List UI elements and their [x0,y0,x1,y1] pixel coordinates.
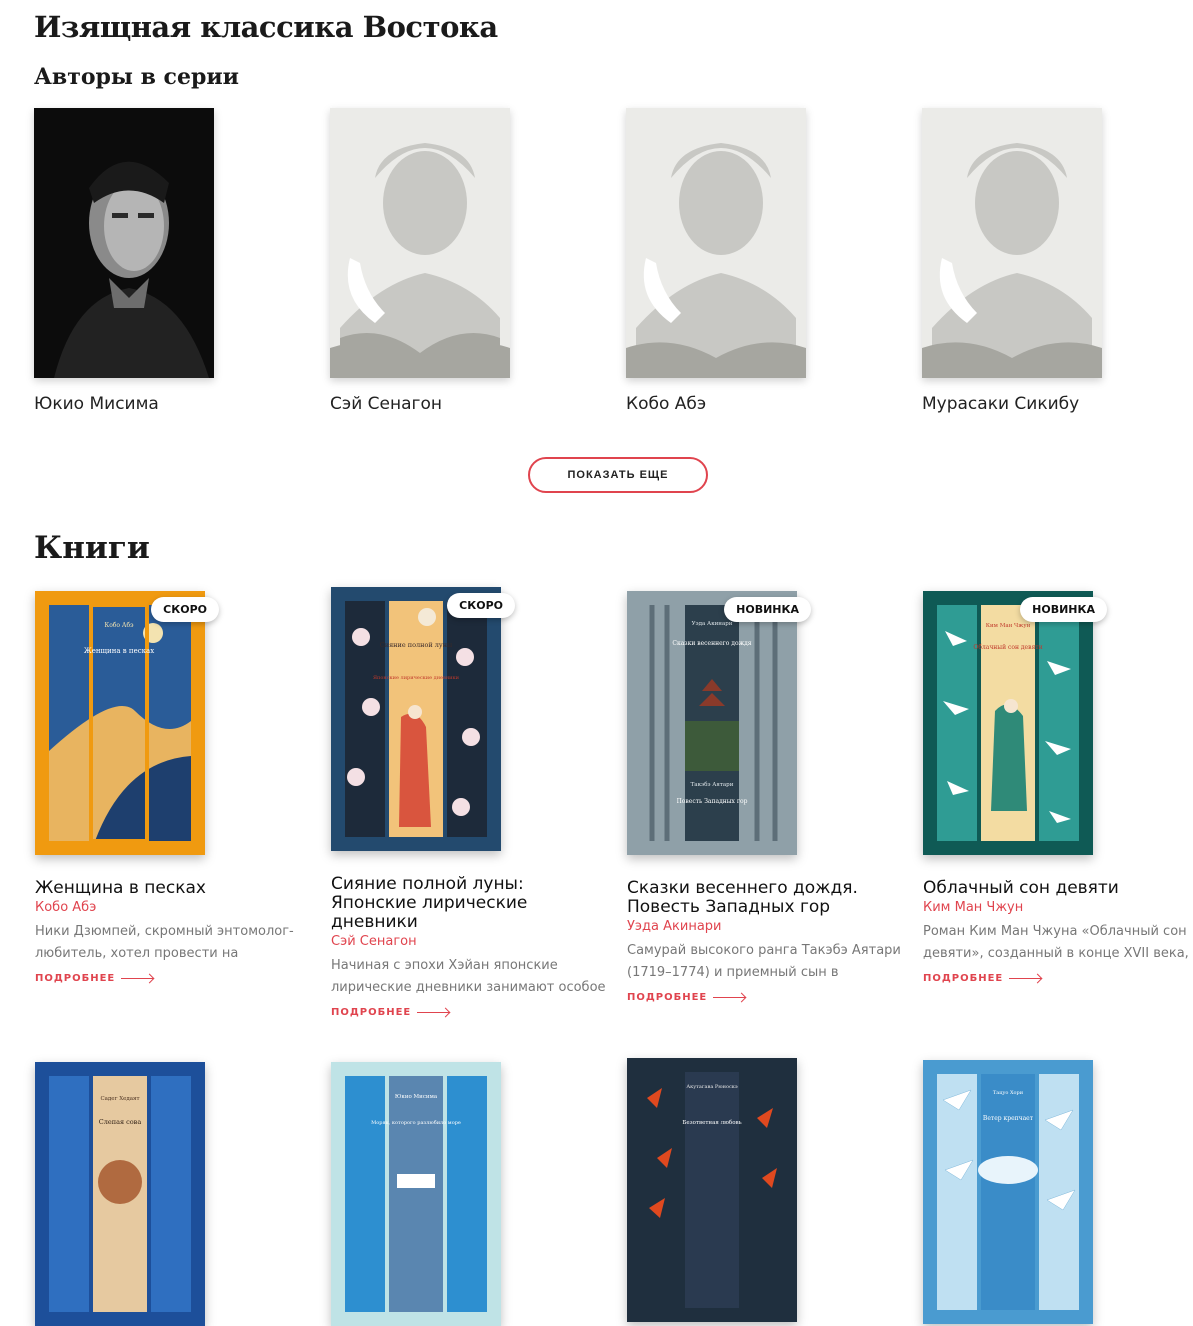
book-author[interactable]: Кобо Абэ [35,900,315,915]
more-link-label: ПОДРОБНЕЕ [331,1007,412,1018]
author-photo[interactable] [34,108,214,378]
cover-title-text: Сказки весеннего дождя [672,640,751,647]
cover-author-text: Юкио Мисима [395,1094,438,1100]
book-cover[interactable]: Уэда Акинари Сказки весеннего дождя Такэ… [627,591,797,855]
book-card[interactable]: Юкио Мисима Моряк, которого разлюбило мо… [331,1062,611,1326]
author-card[interactable]: Кобо Абэ [626,108,886,414]
status-badge: НОВИНКА [724,597,811,622]
status-badge: НОВИНКА [1020,597,1107,622]
book-card[interactable]: Кобо Абэ Женщина в песках СКОРО Женщина … [35,591,315,984]
book-card[interactable]: Уэда Акинари Сказки весеннего дождя Такэ… [627,591,907,1003]
more-link-label: ПОДРОБНЕЕ [923,973,1004,984]
authors-list: Юкио Мисима Сэй Сенагон Кобо Абэ Мурасак… [34,108,1193,428]
author-card[interactable]: Сэй Сенагон [330,108,590,414]
book-cover[interactable]: Сияние полной луны Японские лирические д… [331,587,501,851]
show-more-button[interactable]: ПОКАЗАТЬ ЕЩЕ [528,457,708,493]
cover-title-text: Слепая сова [99,1118,142,1126]
author-placeholder-image[interactable] [330,108,510,378]
cover-author-text: Кобо Абэ [105,622,135,629]
book-title[interactable]: Облачный сон девяти [923,879,1193,898]
book-description: Начиная с эпохи Хэйан японские лирически… [331,958,606,995]
more-link[interactable]: ПОДРОБНЕЕ [331,1007,611,1018]
author-name[interactable]: Сэй Сенагон [330,394,590,414]
more-link[interactable]: ПОДРОБНЕЕ [627,992,907,1003]
author-placeholder-image[interactable] [626,108,806,378]
book-cover[interactable]: Ким Ман Чжун Облачный сон девяти [923,591,1093,855]
cover-author-text: Ким Ман Чжун [986,623,1031,629]
book-title[interactable]: Сияние полной луны: Японские лирические … [331,875,611,932]
books-heading: Книги [34,530,150,566]
author-name[interactable]: Мурасаки Сикибу [922,394,1182,414]
author-card[interactable]: Юкио Мисима [34,108,294,414]
author-placeholder-image[interactable] [922,108,1102,378]
arrow-right-icon [417,1012,450,1013]
more-link-label: ПОДРОБНЕЕ [627,992,708,1003]
cover-author-text: Уэда Акинари [692,621,733,627]
book-cover[interactable]: Юкио Мисима Моряк, которого разлюбило мо… [331,1062,501,1326]
more-link[interactable]: ПОДРОБНЕЕ [923,973,1193,984]
cover-title2-text: Повесть Западных гор [677,798,748,805]
page-title: Изящная классика Востока [34,10,498,44]
authors-heading: Авторы в серии [34,64,239,90]
book-title[interactable]: Женщина в песках [35,879,315,898]
author-name[interactable]: Кобо Абэ [626,394,886,414]
cover-author2-text: Такэбэ Аятари [691,781,734,788]
book-card[interactable]: Сияние полной луны Японские лирические д… [331,587,611,1018]
arrow-right-icon [1009,978,1042,979]
author-card[interactable]: Мурасаки Сикибу [922,108,1182,414]
book-author[interactable]: Ким Ман Чжун [923,900,1193,915]
status-badge: СКОРО [447,593,515,618]
book-author[interactable]: Сэй Сенагон [331,934,611,949]
cover-author-text: Акутагава Рюноскэ [686,1084,738,1090]
book-author[interactable]: Уэда Акинари [627,919,907,934]
cover-title-text: Облачный сон девяти [973,644,1042,651]
author-name[interactable]: Юкио Мисима [34,394,294,414]
arrow-right-icon [713,997,746,998]
more-link[interactable]: ПОДРОБНЕЕ [35,973,315,984]
cover-title-text: Женщина в песках [84,647,154,655]
book-description: Ники Дзюмпей, скромный энтомолог-любител… [35,924,294,961]
book-cover[interactable]: Садег Хедаят Слепая сова [35,1062,205,1326]
book-title[interactable]: Сказки весеннего дождя. Повесть Западных… [627,879,907,917]
cover-subtitle-text: Японские лирические дневники [373,675,460,681]
cover-author-text: Садег Хедаят [100,1096,139,1102]
book-description: Роман Ким Ман Чжуна «Облачный сон девяти… [923,924,1189,961]
book-cover[interactable]: Кобо Абэ Женщина в песках [35,591,205,855]
book-card[interactable]: Садег Хедаят Слепая сова [35,1062,315,1326]
cover-title-text: Сияние полной луны [380,641,452,649]
book-cover[interactable]: Тацуо Хори Ветер крепчает [923,1060,1093,1324]
cover-title-text: Безответная любовь [682,1119,741,1126]
book-card[interactable]: Тацуо Хори Ветер крепчает [923,1060,1193,1324]
cover-title-text: Ветер крепчает [983,1115,1034,1122]
book-description: Самурай высокого ранга Такэбэ Аятари (17… [627,943,901,980]
cover-title-text: Моряк, которого разлюбило море [371,1119,461,1126]
book-card[interactable]: Ким Ман Чжун Облачный сон девяти НОВИНКА… [923,591,1193,984]
book-card[interactable]: Акутагава Рюноскэ Безответная любовь [627,1058,907,1322]
arrow-right-icon [121,978,154,979]
cover-author-text: Тацуо Хори [993,1090,1024,1096]
more-link-label: ПОДРОБНЕЕ [35,973,116,984]
status-badge: СКОРО [151,597,219,622]
book-cover[interactable]: Акутагава Рюноскэ Безответная любовь [627,1058,797,1322]
